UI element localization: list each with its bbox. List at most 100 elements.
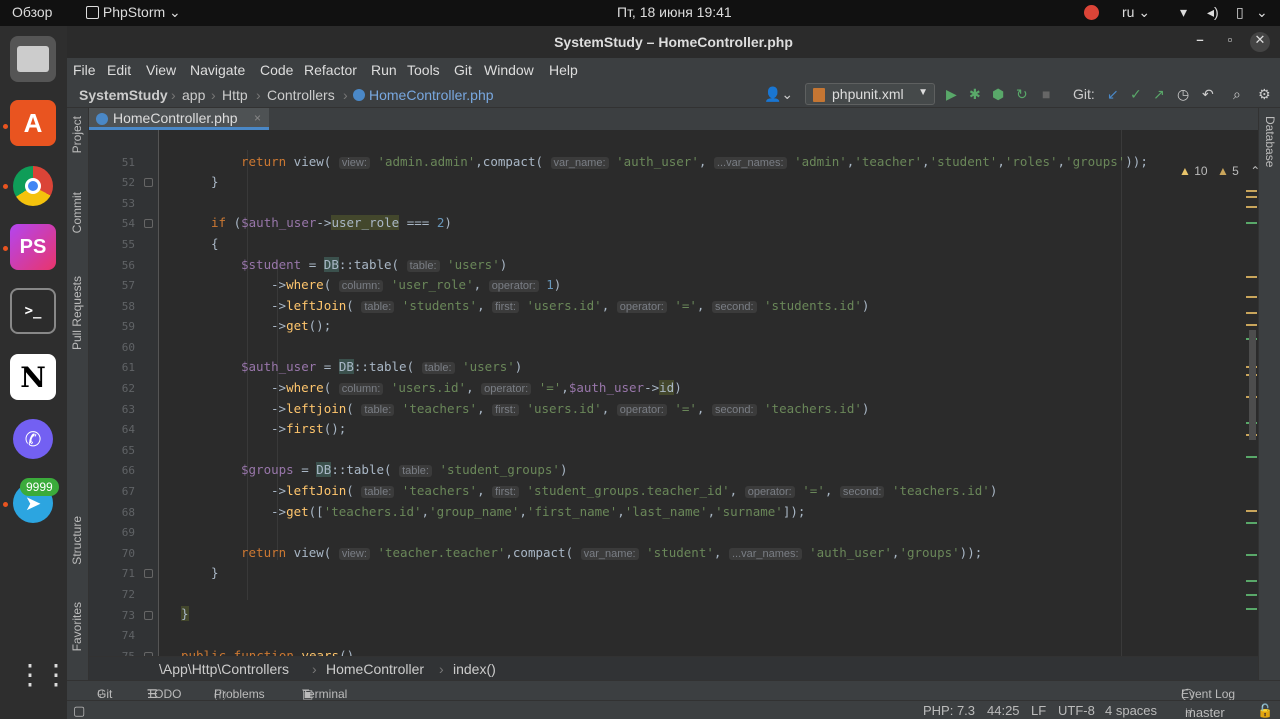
fold-marker-icon[interactable] [144, 219, 153, 228]
minimize-icon[interactable]: – [1190, 32, 1210, 52]
rollback-icon[interactable]: ↶ [1202, 86, 1214, 103]
indent-setting[interactable]: 4 spaces [1105, 703, 1157, 718]
editor-scrollbar-thumb[interactable] [1249, 330, 1256, 440]
language-label: ru [1122, 4, 1135, 20]
tab-homecontroller[interactable]: HomeController.php × [89, 108, 269, 130]
search-icon[interactable]: ⌕ [1233, 86, 1241, 103]
software-center-icon[interactable]: A [10, 100, 56, 146]
coverage-icon[interactable]: ⬢ [992, 86, 1004, 103]
breadcrumb-file[interactable]: HomeController.php [369, 87, 494, 103]
tool-project[interactable]: Project [70, 116, 84, 153]
activities-button[interactable]: Обзор [12, 4, 52, 20]
git-update-icon[interactable]: ↙ [1107, 86, 1119, 103]
error-stripe-mark[interactable] [1246, 522, 1257, 524]
error-stripe-mark[interactable] [1246, 206, 1257, 208]
error-stripe-mark[interactable] [1246, 554, 1257, 556]
viber-icon[interactable]: ✆ [10, 416, 56, 462]
menu-help[interactable]: Help [549, 62, 578, 78]
language-indicator[interactable]: ru ⌄ [1122, 4, 1150, 21]
crumb-namespace[interactable]: \App\Http\Controllers [159, 661, 289, 677]
php-version[interactable]: PHP: 7.3 [923, 703, 975, 718]
menu-edit[interactable]: Edit [107, 62, 131, 78]
menu-git[interactable]: Git [454, 62, 472, 78]
run-icon[interactable]: ▶ [946, 86, 957, 103]
telegram-badge: 9999 [20, 478, 59, 496]
tool-pull-requests[interactable]: Pull Requests [70, 276, 84, 350]
fold-marker-icon[interactable] [144, 569, 153, 578]
close-icon[interactable]: ✕ [1250, 32, 1270, 52]
close-tab-icon[interactable]: × [254, 111, 261, 125]
line-number: 70 [121, 547, 135, 560]
menu-view[interactable]: View [146, 62, 176, 78]
breadcrumb-app[interactable]: app [182, 87, 205, 103]
menu-window[interactable]: Window [484, 62, 534, 78]
inspection-widget[interactable]: ▲ 10 ▲ 5 ⌃ ⌄ [1179, 164, 1258, 178]
menu-code[interactable]: Code [260, 62, 293, 78]
file-encoding[interactable]: UTF-8 [1058, 703, 1095, 718]
menu-tools[interactable]: Tools [407, 62, 440, 78]
line-separator[interactable]: LF [1031, 703, 1046, 718]
chrome-icon[interactable] [10, 163, 56, 209]
layout-toggle-icon[interactable]: ▢ [73, 703, 85, 719]
menu-refactor[interactable]: Refactor [304, 62, 357, 78]
phpstorm-icon[interactable]: PS [10, 224, 56, 270]
code-editor[interactable]: ▲ 10 ▲ 5 ⌃ ⌄ 51 52 53 54 [89, 130, 1258, 656]
menu-file[interactable]: File [73, 62, 96, 78]
tool-favorites[interactable]: Favorites [70, 602, 84, 651]
git-commit-icon[interactable]: ✓ [1130, 86, 1142, 103]
breadcrumb-controllers[interactable]: Controllers [267, 87, 335, 103]
error-stripe-mark[interactable] [1246, 456, 1257, 458]
chevron-up-icon[interactable]: ⌃ [1250, 164, 1258, 178]
volume-icon[interactable]: ◂) [1207, 4, 1219, 21]
battery-icon[interactable]: ▯ [1236, 4, 1244, 21]
files-icon[interactable] [10, 36, 56, 82]
error-stripe-mark[interactable] [1246, 296, 1257, 298]
tool-commit[interactable]: Commit [70, 192, 84, 233]
menu-navigate[interactable]: Navigate [190, 62, 245, 78]
tool-database[interactable]: Database [1263, 116, 1277, 167]
profile-icon[interactable]: ↻ [1016, 86, 1028, 103]
crumb-class[interactable]: HomeController [326, 661, 424, 677]
code-line-54: if ($auth_user->user_role === 2) [211, 215, 452, 230]
tool-structure[interactable]: Structure [70, 516, 84, 565]
chrome-indicator-icon[interactable] [1084, 5, 1099, 20]
lock-icon[interactable]: 🔓 [1257, 703, 1273, 719]
right-tool-stripe: Database [1258, 108, 1280, 680]
run-configuration-select[interactable]: phpunit.xml ▼ [805, 83, 935, 105]
weak-warning-icon: ▲ [1216, 164, 1229, 178]
stop-icon[interactable]: ■ [1042, 86, 1050, 102]
app-menu[interactable]: PhpStorm ⌄ [86, 4, 181, 21]
breadcrumb-http[interactable]: Http [222, 87, 248, 103]
notion-icon[interactable]: N [10, 354, 56, 400]
breadcrumb-project[interactable]: SystemStudy [79, 87, 168, 103]
clock[interactable]: Пт, 18 июня 19:41 [617, 4, 732, 20]
wifi-icon[interactable]: ▾ [1180, 4, 1187, 21]
maximize-icon[interactable]: ▫ [1220, 32, 1240, 52]
error-stripe-mark[interactable] [1246, 594, 1257, 596]
terminal-icon[interactable]: >_ [10, 288, 56, 334]
error-stripe-mark[interactable] [1246, 510, 1257, 512]
code-line-66: $groups = DB::table( table: 'student_gro… [241, 462, 568, 477]
menu-run[interactable]: Run [371, 62, 397, 78]
code-line-61: $auth_user = DB::table( table: 'users') [241, 359, 523, 374]
error-stripe-mark[interactable] [1246, 324, 1257, 326]
debug-icon[interactable]: ✱ [969, 86, 981, 103]
git-push-icon[interactable]: ↗ [1153, 86, 1165, 103]
fold-marker-icon[interactable] [144, 611, 153, 620]
error-stripe-mark[interactable] [1246, 196, 1257, 198]
user-icon[interactable]: 👤⌄ [764, 86, 793, 103]
crumb-method[interactable]: index() [453, 661, 496, 677]
chevron-down-icon[interactable]: ⌄ [1256, 4, 1268, 21]
code-line-57: ->where( column: 'user_role', operator: … [271, 277, 562, 292]
error-stripe-mark[interactable] [1246, 312, 1257, 314]
git-label: Git: [1073, 86, 1095, 102]
settings-icon[interactable]: ⚙ [1258, 86, 1271, 103]
error-stripe-mark[interactable] [1246, 190, 1257, 192]
caret-position[interactable]: 44:25 [987, 703, 1020, 718]
error-stripe-mark[interactable] [1246, 608, 1257, 610]
error-stripe-mark[interactable] [1246, 580, 1257, 582]
history-icon[interactable]: ◷ [1177, 86, 1189, 103]
fold-marker-icon[interactable] [144, 178, 153, 187]
error-stripe-mark[interactable] [1246, 276, 1257, 278]
error-stripe-mark[interactable] [1246, 222, 1257, 224]
